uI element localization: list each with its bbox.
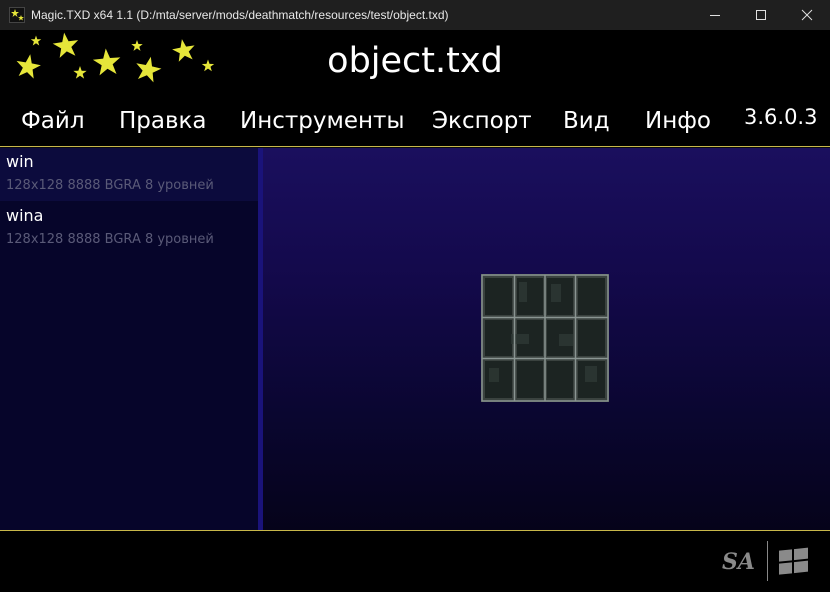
texture-info: 128x128 8888 BGRA 8 уровней	[6, 178, 214, 193]
title-bar[interactable]: Magic.TXD x64 1.1 (D:/mta/server/mods/de…	[0, 0, 830, 30]
maximize-button[interactable]	[738, 0, 784, 30]
file-title: object.txd	[327, 41, 503, 81]
menu-info[interactable]: Инфо	[645, 92, 711, 150]
maximize-icon	[756, 10, 766, 20]
texture-info: 128x128 8888 BGRA 8 уровней	[6, 232, 214, 247]
close-icon	[801, 9, 813, 21]
texture-name: wina	[6, 206, 44, 225]
minimize-icon	[710, 15, 720, 16]
menu-file[interactable]: Файл	[21, 92, 85, 150]
sa-game-logo-icon: SA	[722, 549, 755, 575]
app-star-icon	[9, 7, 25, 23]
header: object.txd	[0, 30, 830, 92]
footer: SA	[0, 530, 830, 592]
texture-list-item[interactable]: wina 128x128 8888 BGRA 8 уровней	[0, 202, 258, 255]
texture-preview-image	[481, 274, 609, 402]
texture-preview-area	[263, 148, 830, 530]
texture-list-item[interactable]: win 128x128 8888 BGRA 8 уровней	[0, 148, 258, 201]
texture-name: win	[6, 152, 34, 171]
menu-tools[interactable]: Инструменты	[240, 92, 405, 150]
texture-list[interactable]: win 128x128 8888 BGRA 8 уровней wina 128…	[0, 148, 258, 530]
version-label: 3.6.0.3	[744, 105, 818, 129]
footer-divider	[767, 541, 768, 581]
close-button[interactable]	[784, 0, 830, 30]
menu-edit[interactable]: Правка	[119, 92, 207, 150]
menu-export[interactable]: Экспорт	[432, 92, 532, 150]
minimize-button[interactable]	[692, 0, 738, 30]
svg-text:SA: SA	[722, 549, 755, 575]
windows-logo-icon	[779, 547, 808, 575]
window-title: Magic.TXD x64 1.1 (D:/mta/server/mods/de…	[31, 8, 449, 22]
menu-bar: Файл Правка Инструменты Экспорт Вид Инфо…	[0, 92, 830, 147]
menu-view[interactable]: Вид	[563, 92, 610, 150]
stars-logo-icon	[13, 30, 215, 84]
